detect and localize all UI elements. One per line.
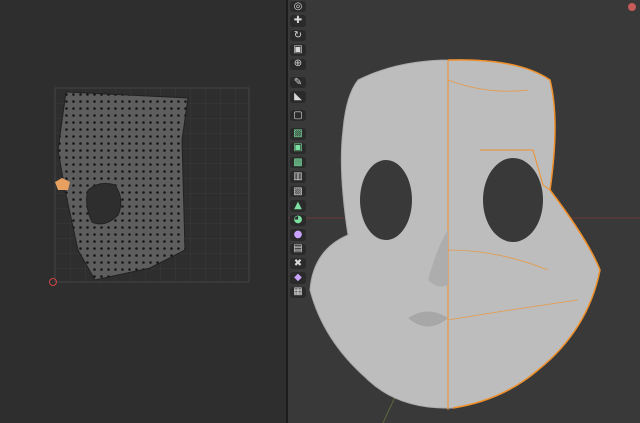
rip-region-icon[interactable]: ▦ [290,286,306,299]
inset-icon[interactable]: ▣ [290,142,306,155]
move-icon[interactable]: ✚ [290,15,306,27]
uv-canvas[interactable] [0,0,286,423]
shrink-fatten-icon[interactable]: ✖ [290,257,306,270]
right-eye-hole [483,158,543,242]
spin-icon[interactable]: ◕ [290,214,306,227]
transform-icon[interactable]: ⊕ [290,58,306,71]
viewport-gizmo-dot[interactable] [628,3,636,11]
knife-icon[interactable]: ▧ [290,185,306,198]
loop-cut-icon[interactable]: ▥ [290,171,306,183]
add-cube-icon[interactable]: ▢ [290,109,306,122]
poly-build-icon[interactable]: ▲ [290,200,306,212]
edge-slide-icon[interactable]: ▤ [290,243,306,255]
measure-icon[interactable]: ◣ [290,91,306,103]
cursor-icon[interactable]: ◎ [290,1,306,13]
viewport-canvas[interactable] [288,0,640,423]
shear-icon[interactable]: ◆ [290,272,306,284]
annotate-icon[interactable]: ✎ [290,77,306,89]
smooth-icon[interactable]: ● [290,229,306,241]
face-mesh[interactable] [309,59,601,410]
extrude-icon[interactable]: ▨ [290,128,306,140]
scale-icon[interactable]: ▣ [290,44,306,56]
rotate-icon[interactable]: ↻ [290,29,306,42]
uv-editor[interactable] [0,0,286,423]
bevel-icon[interactable]: ▩ [290,157,306,169]
left-eye-hole [360,160,412,240]
viewport-toolbar: ◎ ✚ ↻ ▣ ⊕ ✎ ◣ ▢ ▨ ▣ ▩ ▥ ▧ ▲ ◕ ● ▤ ✖ ◆ ▦ [289,0,307,300]
3d-viewport[interactable] [288,0,640,423]
